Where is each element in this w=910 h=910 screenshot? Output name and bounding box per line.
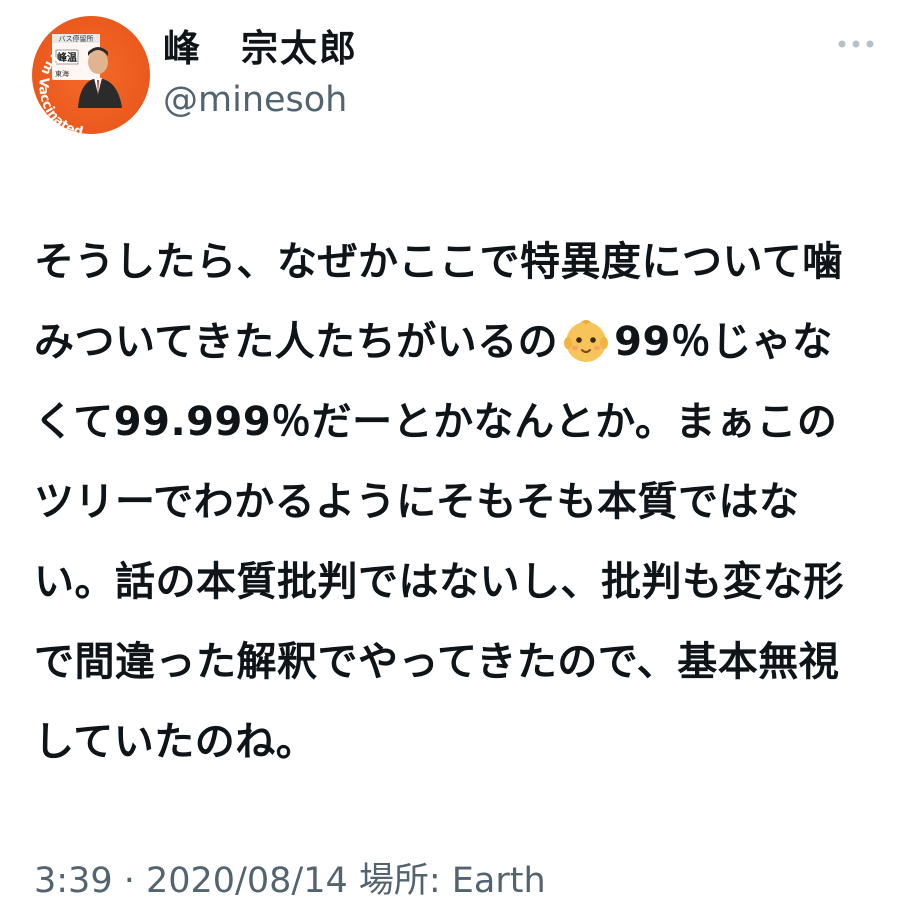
tweet-text-segment: で間違った解釈でやってきたので、基本無視 bbox=[34, 639, 840, 685]
tweet-text-segment: い。話の本質批判ではないし、批判も変な形 bbox=[34, 559, 844, 605]
tweet-text: そうしたら、なぜかここで特異度について噛 みついてきた人たちがいるの 99％じゃ… bbox=[34, 222, 864, 782]
avatar-sign-top-text: バス停留所 bbox=[59, 34, 94, 43]
tweet-text-line: くて99.999％だーとかなんとか。まぁこの bbox=[34, 382, 864, 462]
avatar-image: バス停留所 峰温 東海 I'm Vaccinated bbox=[35, 34, 122, 134]
tweet-text-segment: そうしたら、なぜかここで特異度について噛 bbox=[34, 239, 843, 285]
tweet-time[interactable]: 3:39 bbox=[34, 861, 113, 901]
ellipsis-horizontal-icon bbox=[838, 40, 874, 48]
tweet-text-line: みついてきた人たちがいるの 99％じゃな bbox=[34, 302, 864, 382]
tweet-date[interactable]: 2020/08/14 bbox=[146, 861, 348, 901]
tweet-text-segment: ツリーでわかるようにそもそも本質ではな bbox=[34, 479, 800, 525]
handle[interactable]: @minesoh bbox=[163, 80, 347, 120]
avatar-sign-side-text: 東海 bbox=[55, 69, 69, 78]
tweet-text-segment: くて99.999％だーとかなんとか。まぁこの bbox=[34, 399, 838, 445]
location-value: Earth bbox=[451, 861, 546, 901]
tweet-text-segment: していたのね。 bbox=[34, 719, 317, 765]
tweet-text-line: していたのね。 bbox=[34, 702, 864, 782]
display-name[interactable]: 峰 宗太郎 bbox=[163, 18, 358, 72]
avatar-sign-name-text: 峰温 bbox=[57, 51, 77, 64]
avatar[interactable]: バス停留所 峰温 東海 I'm Vaccinated bbox=[32, 16, 150, 134]
tweet-text-line: ツリーでわかるようにそもそも本質ではな bbox=[34, 462, 864, 542]
tweet-text-line: い。話の本質批判ではないし、批判も変な形 bbox=[34, 542, 864, 622]
tweet-text-line: そうしたら、なぜかここで特異度について噛 bbox=[34, 222, 864, 302]
location-label: 場所: bbox=[347, 861, 452, 901]
tweet-meta: 3:39 · 2020/08/14 場所: Earth bbox=[34, 852, 546, 903]
tweet-text-segment: みついてきた人たちがいるの bbox=[34, 319, 559, 365]
meta-separator: · bbox=[112, 861, 146, 901]
baby-face-emoji-icon bbox=[561, 312, 611, 362]
tweet-text-segment: 99％じゃな bbox=[614, 319, 833, 365]
more-options-button[interactable] bbox=[832, 28, 880, 60]
tweet: バス停留所 峰温 東海 I'm Vaccinated 峰 宗太郎 @mineso… bbox=[0, 0, 910, 910]
tweet-text-line: で間違った解釈でやってきたので、基本無視 bbox=[34, 622, 864, 702]
